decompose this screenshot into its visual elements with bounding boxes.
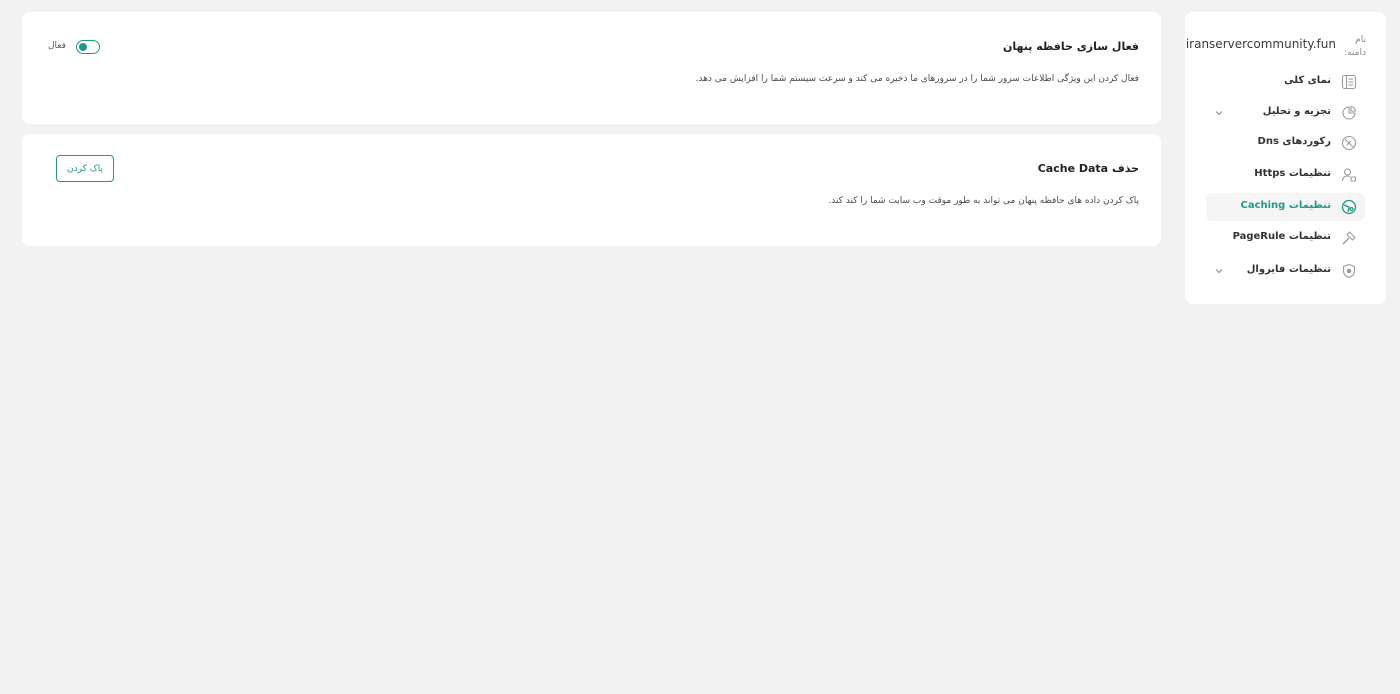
chevron-down-icon[interactable] [1214,266,1224,276]
sidebar-item-dns[interactable]: رکوردهای Dns [1206,129,1365,157]
sidebar-item-label: تنظیمات Caching [1240,200,1332,211]
cache-toggle-switch[interactable] [76,40,100,54]
sidebar-item-pagerule[interactable]: تنظیمات PageRule [1206,224,1365,252]
sidebar-item-label: نمای کلی [1284,75,1331,86]
cache-activation-card: فعال سازی حافظه پنهان فعال کردن این ویژگ… [22,12,1161,124]
clear-cache-title: حذف Cache Data [1037,162,1139,175]
toggle-knob [79,43,87,51]
sidebar-item-label: تجزیه و تحلیل [1262,106,1331,117]
cache-activation-description: فعال کردن این ویژگی اطلاعات سرور شما را … [695,74,1139,84]
caching-icon [1341,199,1357,215]
sidebar-item-label: تنظیمات Https [1254,168,1331,179]
clear-cache-button[interactable]: پاک کردن [56,155,114,182]
dns-icon [1341,135,1357,151]
sidebar: نام دامنه: iranservercommunity.fun نمای … [1185,12,1386,304]
toggle-label: فعال [48,41,66,51]
sidebar-item-caching[interactable]: تنظیمات Caching [1206,193,1365,221]
user-shield-icon [1341,168,1357,182]
sidebar-item-label: تنظیمات PageRule [1232,231,1331,242]
shield-icon [1342,263,1356,279]
analytics-icon [1342,105,1357,120]
domain-info: نام دامنه: iranservercommunity.fun [1186,34,1366,64]
sidebar-item-overview[interactable]: نمای کلی [1206,68,1365,96]
hammer-icon [1342,231,1356,245]
chevron-down-icon[interactable] [1214,108,1224,118]
sidebar-item-analytics[interactable]: تجزیه و تحلیل [1206,99,1365,127]
sidebar-item-https[interactable]: تنظیمات Https [1206,161,1365,189]
cache-activation-title: فعال سازی حافظه پنهان [1003,40,1139,53]
clear-cache-card: حذف Cache Data پاک کردن داده های حافظه پ… [22,134,1161,246]
clear-cache-description: پاک کردن داده های حافظه پنهان می تواند ب… [828,196,1139,206]
cache-toggle-group: فعال [48,40,128,54]
overview-icon [1341,74,1357,90]
sidebar-item-firewall[interactable]: تنظیمات فایروال [1206,257,1365,285]
domain-label: نام دامنه: [1344,35,1366,58]
sidebar-item-label: رکوردهای Dns [1257,136,1331,147]
sidebar-item-label: تنظیمات فایروال [1246,264,1331,275]
domain-name: iranservercommunity.fun [1185,37,1336,51]
